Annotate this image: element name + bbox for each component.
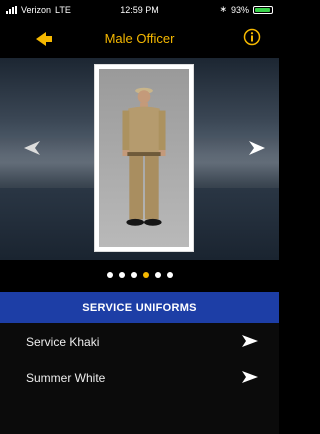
list-item-label: Service Khaki (26, 335, 100, 349)
list-item-service-khaki[interactable]: Service Khaki (0, 323, 279, 359)
page-dot[interactable] (118, 272, 125, 278)
officer-figure-icon (122, 87, 166, 226)
uniform-list: Service Khaki Summer White (0, 323, 279, 434)
page-dot[interactable] (154, 272, 161, 278)
chevron-right-icon (242, 371, 258, 383)
previous-arrow-icon[interactable] (22, 138, 42, 158)
status-right: ∗ 93% (219, 4, 273, 15)
status-bar: Verizon LTE 12:59 PM ∗ 93% (0, 0, 279, 20)
info-icon[interactable] (243, 28, 261, 46)
section-header: SERVICE UNIFORMS (0, 292, 279, 323)
navigation-bar: Male Officer (0, 20, 279, 58)
list-item-summer-white[interactable]: Summer White (0, 359, 279, 395)
chevron-right-icon (242, 335, 258, 347)
bluetooth-icon: ∗ (219, 4, 227, 14)
battery-icon (253, 5, 273, 14)
page-indicator[interactable] (0, 260, 279, 290)
page-dot[interactable] (166, 272, 173, 278)
page-title: Male Officer (104, 31, 175, 46)
page-dot[interactable] (130, 272, 137, 278)
battery-percent: 93% (230, 4, 249, 15)
list-item-label: Summer White (26, 371, 106, 385)
battery-level (255, 7, 270, 12)
officer-figure-image (99, 69, 189, 247)
uniform-gallery[interactable] (0, 58, 279, 260)
uniform-photo[interactable] (94, 64, 194, 252)
page-dot[interactable] (106, 272, 113, 278)
next-arrow-icon[interactable] (247, 138, 267, 158)
section-title: SERVICE UNIFORMS (82, 301, 197, 314)
page-dot-active[interactable] (142, 272, 149, 278)
